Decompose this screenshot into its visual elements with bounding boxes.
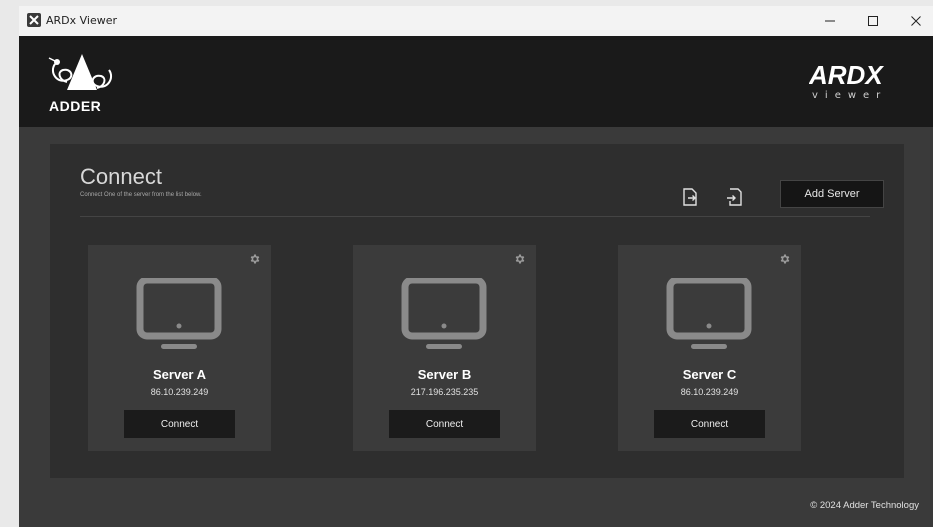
connect-button[interactable]: Connect xyxy=(124,410,235,438)
minimize-button[interactable] xyxy=(811,6,849,36)
ardx-brand-subtext: viewer xyxy=(812,90,888,101)
server-name: Server C xyxy=(682,367,737,382)
connect-button[interactable]: Connect xyxy=(654,410,765,438)
minimize-icon xyxy=(825,20,835,22)
adder-brand-text: ADDER xyxy=(49,98,102,114)
page-subtitle: Connect One of the server from the list … xyxy=(80,192,202,198)
file-export-icon[interactable] xyxy=(682,188,698,206)
ardx-logo-icon: ARDX xyxy=(809,62,884,90)
connect-panel: Connect Connect One of the server from t… xyxy=(50,144,904,478)
close-icon xyxy=(911,16,921,26)
server-name: Server A xyxy=(153,367,206,382)
title-bar[interactable]: ARDx Viewer xyxy=(19,6,933,36)
app-header: ADDER ARDX viewer xyxy=(19,36,933,127)
server-name: Server B xyxy=(417,367,472,382)
file-import-icon[interactable] xyxy=(726,188,742,206)
gear-icon[interactable] xyxy=(779,253,791,265)
ardx-brand-text: ARDX xyxy=(809,62,884,90)
server-card: Server B 217.196.235.235 Connect xyxy=(353,245,536,451)
monitor-icon xyxy=(401,278,487,349)
adder-logo-icon xyxy=(48,54,113,90)
monitor-icon xyxy=(136,278,222,349)
copyright-text: © 2024 Adder Technology xyxy=(810,500,919,511)
app-window: ARDx Viewer ADDER ARDX viewer Connect Co… xyxy=(19,6,933,527)
header-divider xyxy=(80,216,870,217)
monitor-icon xyxy=(666,278,752,349)
maximize-button[interactable] xyxy=(854,6,892,36)
gear-icon[interactable] xyxy=(249,253,261,265)
server-ip: 86.10.239.249 xyxy=(680,387,739,397)
server-ip: 86.10.239.249 xyxy=(150,387,209,397)
connect-button[interactable]: Connect xyxy=(389,410,500,438)
close-button[interactable] xyxy=(897,6,933,36)
server-card: Server C 86.10.239.249 Connect xyxy=(618,245,801,451)
add-server-button[interactable]: Add Server xyxy=(780,180,884,208)
page-title: Connect xyxy=(80,164,162,189)
window-title: ARDx Viewer xyxy=(46,14,118,27)
maximize-icon xyxy=(868,16,878,26)
server-card: Server A 86.10.239.249 Connect xyxy=(88,245,271,451)
server-ip: 217.196.235.235 xyxy=(410,387,479,397)
app-icon xyxy=(27,13,41,27)
gear-icon[interactable] xyxy=(514,253,526,265)
